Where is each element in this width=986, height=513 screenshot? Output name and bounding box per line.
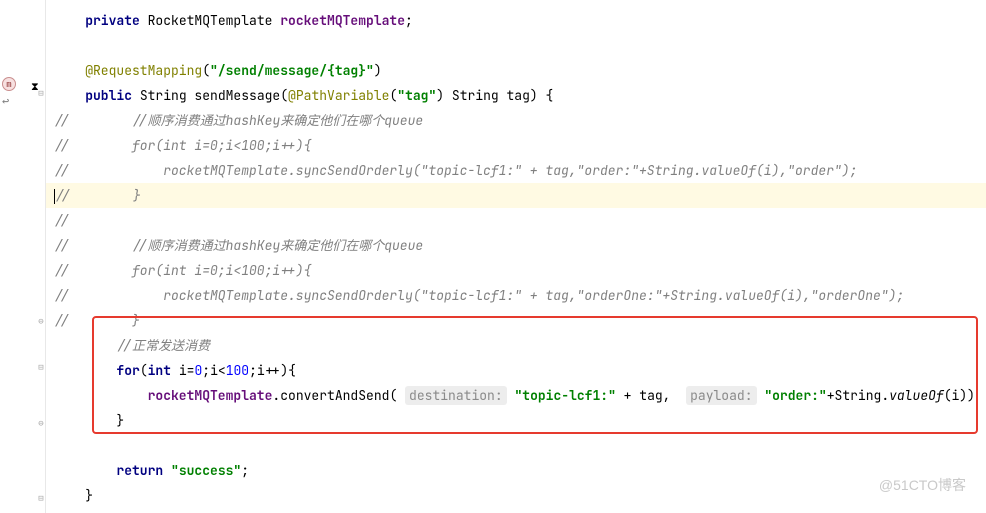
keyword: int bbox=[148, 362, 171, 379]
fold-marker-icon[interactable]: ⊟ bbox=[36, 493, 46, 503]
punct: ){ bbox=[280, 362, 296, 379]
comment: //顺序消费通过hashKey来确定他们在哪个queue bbox=[70, 237, 424, 254]
code-line-comment[interactable]: // //顺序消费通过hashKey来确定他们在哪个queue bbox=[46, 108, 986, 133]
comment: } bbox=[71, 187, 141, 204]
punct: ; bbox=[241, 462, 249, 479]
code-line-empty[interactable] bbox=[46, 33, 986, 58]
op: ++ bbox=[265, 362, 281, 379]
comment: // bbox=[54, 312, 70, 329]
number: 100 bbox=[226, 362, 249, 379]
fold-marker-icon[interactable]: ⊟ bbox=[36, 362, 46, 372]
comment: // bbox=[54, 162, 70, 179]
type: RocketMQTemplate bbox=[140, 12, 280, 29]
gutter-arrow-icon: ↩ bbox=[2, 93, 9, 109]
var: i bbox=[210, 362, 218, 379]
code-line-comment[interactable]: // rocketMQTemplate.syncSendOrderly("top… bbox=[46, 158, 986, 183]
keyword: for bbox=[116, 362, 139, 379]
string: "topic-lcf1:" bbox=[514, 387, 615, 404]
annotation: @RequestMapping bbox=[85, 62, 202, 79]
keyword: return bbox=[116, 462, 163, 479]
code-editor[interactable]: private RocketMQTemplate rocketMQTemplat… bbox=[46, 0, 986, 513]
string: "order:" bbox=[764, 387, 826, 404]
param: String tag bbox=[444, 87, 530, 104]
inlay-hint: payload: bbox=[686, 386, 756, 405]
brace: } bbox=[116, 412, 124, 429]
punct: ; bbox=[202, 362, 210, 379]
var: i bbox=[257, 362, 265, 379]
string: "tag" bbox=[397, 87, 436, 104]
code-line-comment[interactable]: // rocketMQTemplate.syncSendOrderly("top… bbox=[46, 283, 986, 308]
code-line-comment[interactable]: // for(int i=0;i<100;i++){ bbox=[46, 133, 986, 158]
comment: rocketMQTemplate.syncSendOrderly("topic-… bbox=[70, 287, 905, 304]
code-line[interactable]: return "success"; bbox=[46, 458, 986, 483]
code-line[interactable]: private RocketMQTemplate rocketMQTemplat… bbox=[46, 8, 986, 33]
comment: rocketMQTemplate.syncSendOrderly("topic-… bbox=[70, 162, 858, 179]
string: "success" bbox=[171, 462, 241, 479]
code-line-comment[interactable]: // //顺序消费通过hashKey来确定他们在哪个queue bbox=[46, 233, 986, 258]
op: + tag, bbox=[616, 387, 678, 404]
punct: ) { bbox=[530, 87, 553, 104]
punct: ( bbox=[202, 62, 210, 79]
code-line-comment[interactable]: // for(int i=0;i<100;i++){ bbox=[46, 258, 986, 283]
fold-marker-icon[interactable]: ⊖ bbox=[36, 316, 46, 326]
punct: ; bbox=[405, 12, 413, 29]
code-line[interactable]: rocketMQTemplate.convertAndSend( destina… bbox=[46, 383, 986, 408]
code-line-comment[interactable]: //正常发送消费 bbox=[46, 333, 986, 358]
inlay-hint: destination: bbox=[405, 386, 507, 405]
punct: ( bbox=[389, 387, 405, 404]
brace: } bbox=[85, 487, 93, 504]
code-line-current[interactable]: // } bbox=[46, 183, 986, 208]
sp bbox=[678, 387, 686, 404]
comment: // bbox=[54, 137, 70, 154]
comment: // //顺序消费通过hashKey来确定他们在哪个queue bbox=[54, 112, 423, 129]
comment: } bbox=[70, 312, 140, 329]
code-line[interactable]: @RequestMapping("/send/message/{tag}") bbox=[46, 58, 986, 83]
fold-marker-icon[interactable]: ⊟ bbox=[36, 88, 46, 98]
code-line-empty[interactable] bbox=[46, 433, 986, 458]
comment: // bbox=[54, 262, 70, 279]
comment: // bbox=[54, 287, 70, 304]
code-line[interactable]: } bbox=[46, 483, 986, 508]
comment: // bbox=[54, 212, 70, 229]
var: i bbox=[171, 362, 187, 379]
field: rocketMQTemplate bbox=[148, 387, 273, 404]
punct: ( bbox=[140, 362, 148, 379]
method-call: valueOf bbox=[889, 387, 944, 404]
comment: //正常发送消费 bbox=[116, 337, 210, 354]
punct: ) bbox=[436, 87, 444, 104]
op: +String. bbox=[827, 387, 889, 404]
comment: // bbox=[54, 237, 70, 254]
code-line-comment[interactable]: // bbox=[46, 208, 986, 233]
field: rocketMQTemplate bbox=[280, 12, 405, 29]
code-line[interactable]: for(int i=0;i<100;i++){ bbox=[46, 358, 986, 383]
keyword: private bbox=[85, 12, 140, 29]
comment: for(int i=0;i<100;i++){ bbox=[70, 262, 312, 279]
punct: ) bbox=[374, 62, 382, 79]
op: < bbox=[218, 362, 226, 379]
keyword: public bbox=[85, 87, 132, 104]
annotation: @PathVariable bbox=[288, 87, 389, 104]
punct: ; bbox=[249, 362, 257, 379]
code-line[interactable]: } bbox=[46, 408, 986, 433]
type: String bbox=[132, 87, 194, 104]
code-line-comment[interactable]: // } bbox=[46, 308, 986, 333]
request-mapping-gutter-icon[interactable]: m bbox=[2, 77, 16, 91]
code-line[interactable]: public String sendMessage(@PathVariable(… bbox=[46, 83, 986, 108]
string: "/send/message/{tag}" bbox=[210, 62, 374, 79]
method-name: sendMessage bbox=[194, 87, 280, 104]
punct: ( bbox=[280, 87, 288, 104]
sp bbox=[163, 462, 171, 479]
fold-marker-icon[interactable]: ⊖ bbox=[36, 418, 46, 428]
editor-gutter: m ↩ ⧗ ⊟ ⊖ ⊟ ⊖ ⊟ bbox=[0, 0, 46, 513]
comment: for(int i=0;i<100;i++){ bbox=[70, 137, 312, 154]
punct: (i)) bbox=[944, 387, 975, 404]
method-call: convertAndSend bbox=[280, 387, 389, 404]
comment: // bbox=[55, 187, 71, 204]
